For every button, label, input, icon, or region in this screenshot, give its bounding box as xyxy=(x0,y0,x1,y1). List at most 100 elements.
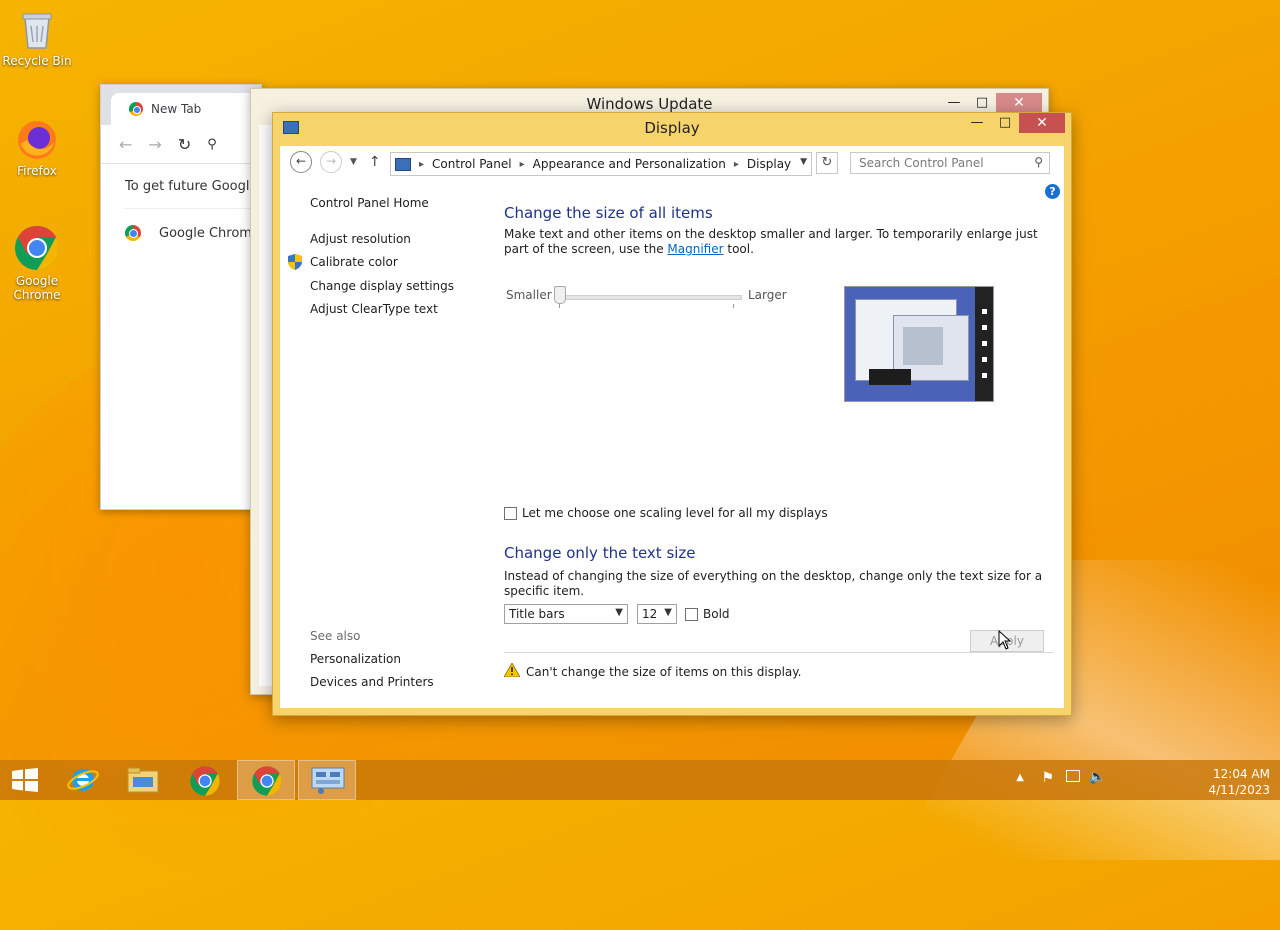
text-size-select[interactable]: 12 ▼ xyxy=(637,604,677,624)
text-item-select[interactable]: Title bars ▼ xyxy=(504,604,628,624)
network-icon[interactable] xyxy=(1066,770,1080,782)
chevron-right-icon: ▸ xyxy=(519,158,525,170)
chevron-down-icon[interactable]: ▼ xyxy=(800,157,807,167)
back-arrow-icon[interactable]: ← xyxy=(119,135,132,154)
text-item-select-value: Title bars xyxy=(509,607,565,621)
text-size-description: Instead of changing the size of everythi… xyxy=(504,569,1043,598)
close-button[interactable]: ✕ xyxy=(1019,113,1065,133)
forward-button[interactable]: → xyxy=(320,151,342,173)
desktop-icon-firefox[interactable]: Firefox xyxy=(1,118,73,178)
chrome-toolbar: ← → ↻ ⚲ xyxy=(101,125,261,164)
warning-row: Can't change the size of items on this d… xyxy=(503,662,802,680)
search-icon[interactable]: ⚲ xyxy=(1034,155,1043,169)
chrome-tab-bar: New Tab xyxy=(101,85,261,125)
desktop-icon-google-chrome[interactable]: Google Chrome xyxy=(1,224,73,302)
taskbar-chrome-active[interactable] xyxy=(237,760,295,800)
chrome-logo-icon xyxy=(125,225,141,241)
system-clock[interactable]: 12:04 AM 4/11/2023 xyxy=(1208,766,1270,798)
size-section-description: Make text and other items on the desktop… xyxy=(504,227,1038,256)
maximize-button[interactable]: □ xyxy=(991,113,1019,133)
bold-checkbox-row[interactable]: Bold xyxy=(685,607,730,621)
back-button[interactable]: ← xyxy=(290,151,312,173)
breadcrumb-control-panel[interactable]: Control Panel xyxy=(432,157,512,171)
desktop-icon-label: Firefox xyxy=(17,164,57,178)
slider-tick xyxy=(559,304,560,308)
chevron-right-icon: ▸ xyxy=(733,158,739,170)
chrome-icon xyxy=(13,224,61,272)
chrome-info-message: To get future Google C xyxy=(125,164,261,209)
scaling-checkbox-row[interactable]: Let me choose one scaling level for all … xyxy=(504,506,828,520)
shield-icon xyxy=(288,254,302,273)
recycle-bin-icon xyxy=(15,8,59,52)
magnifier-link[interactable]: Magnifier xyxy=(667,242,723,256)
taskbar-file-explorer[interactable] xyxy=(114,760,172,800)
reload-icon[interactable]: ↻ xyxy=(178,135,191,154)
chrome-list-item-label: Google Chrome xyxy=(159,225,260,241)
search-placeholder: Search Control Panel xyxy=(859,156,984,170)
desktop-icon-recycle-bin[interactable]: Recycle Bin xyxy=(1,8,73,68)
breadcrumb-appearance[interactable]: Appearance and Personalization xyxy=(533,157,726,171)
taskbar-chrome[interactable] xyxy=(176,760,234,800)
address-box[interactable]: ▸ Control Panel ▸ Appearance and Persona… xyxy=(390,152,812,176)
bold-label: Bold xyxy=(703,607,730,621)
volume-muted-icon[interactable]: 🔈 xyxy=(1089,769,1106,785)
display-window[interactable]: Display — □ ✕ ← → ▼ ↑ ▸ Control Panel ▸ … xyxy=(272,112,1072,716)
minimize-button[interactable]: — xyxy=(940,93,968,113)
clock-date: 4/11/2023 xyxy=(1208,783,1270,797)
bold-checkbox[interactable] xyxy=(685,608,698,621)
windows-update-title: Windows Update xyxy=(586,95,713,113)
recent-pages-dropdown-icon[interactable]: ▼ xyxy=(350,157,357,167)
control-panel-home-link[interactable]: Control Panel Home xyxy=(310,196,429,210)
scaling-checkbox-label: Let me choose one scaling level for all … xyxy=(522,506,828,520)
refresh-button[interactable]: ↻ xyxy=(816,152,838,174)
close-button[interactable]: ✕ xyxy=(996,93,1042,113)
maximize-button[interactable]: □ xyxy=(968,93,996,113)
taskbar-control-panel-active[interactable] xyxy=(298,760,356,800)
chevron-down-icon: ▼ xyxy=(615,607,623,618)
show-hidden-icons-chevron-up-icon[interactable]: ▲ xyxy=(1016,772,1024,783)
search-input[interactable]: Search Control Panel ⚲ xyxy=(850,152,1050,174)
windows-logo-icon xyxy=(12,768,38,792)
breadcrumb-display[interactable]: Display xyxy=(747,157,791,171)
forward-arrow-icon[interactable]: → xyxy=(148,135,161,154)
slider-tick xyxy=(733,304,734,308)
adjust-resolution-link[interactable]: Adjust resolution xyxy=(310,232,411,246)
title-bar[interactable]: Display — □ ✕ xyxy=(273,113,1071,143)
folder-icon xyxy=(127,767,159,793)
warning-icon xyxy=(503,662,521,680)
adjust-cleartype-link[interactable]: Adjust ClearType text xyxy=(310,302,438,316)
larger-label: Larger xyxy=(748,288,787,302)
chrome-list-item[interactable]: Google Chrome xyxy=(125,209,261,257)
size-slider-thumb[interactable] xyxy=(554,286,566,304)
help-icon[interactable]: ? xyxy=(1045,184,1060,199)
change-display-settings-link[interactable]: Change display settings xyxy=(310,279,454,293)
calibrate-color-link[interactable]: Calibrate color xyxy=(310,255,398,269)
taskbar-internet-explorer[interactable] xyxy=(54,760,112,800)
size-slider-track[interactable] xyxy=(556,295,742,300)
personalization-link[interactable]: Personalization xyxy=(310,652,401,666)
scaling-checkbox[interactable] xyxy=(504,507,517,520)
control-panel-icon xyxy=(311,767,345,794)
text-size-select-value: 12 xyxy=(642,607,658,621)
start-button[interactable] xyxy=(0,760,58,800)
internet-explorer-icon xyxy=(67,769,99,791)
chrome-tab-new-tab[interactable]: New Tab xyxy=(111,93,261,125)
warning-text: Can't change the size of items on this d… xyxy=(526,664,802,679)
window-title: Display xyxy=(644,119,700,137)
chrome-logo-icon xyxy=(129,102,143,116)
size-section-heading: Change the size of all items xyxy=(504,204,713,222)
smaller-label: Smaller xyxy=(506,288,552,302)
devices-printers-link[interactable]: Devices and Printers xyxy=(310,675,434,689)
up-arrow-icon[interactable]: ↑ xyxy=(369,154,381,170)
chrome-icon xyxy=(190,766,220,796)
minimize-button[interactable]: — xyxy=(963,113,991,133)
address-bar-row: ← → ▼ ↑ ▸ Control Panel ▸ Appearance and… xyxy=(280,146,1064,178)
chrome-icon xyxy=(252,766,282,796)
search-icon[interactable]: ⚲ xyxy=(207,137,217,152)
action-center-flag-icon[interactable]: ⚑ xyxy=(1041,770,1054,786)
control-panel-content: ← → ▼ ↑ ▸ Control Panel ▸ Appearance and… xyxy=(280,146,1064,708)
see-also-heading: See also xyxy=(310,629,361,643)
chrome-window[interactable]: New Tab ← → ↻ ⚲ To get future Google C G… xyxy=(100,84,262,510)
taskbar: ▲ ⚑ 🔈 12:04 AM 4/11/2023 xyxy=(0,760,1280,800)
desktop-icon-label: Recycle Bin xyxy=(2,54,72,68)
